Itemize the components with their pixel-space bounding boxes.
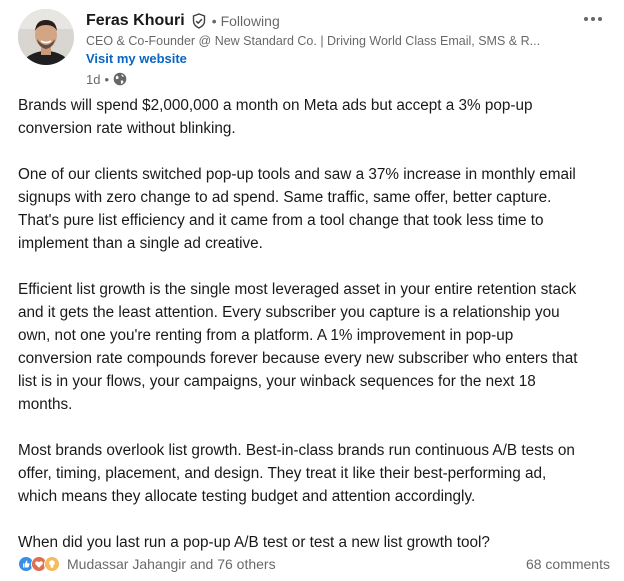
post-paragraph: Most brands overlook list growth. Best-i… [18, 442, 575, 505]
post-paragraph: Brands will spend $2,000,000 a month on … [18, 97, 533, 137]
reactions-text[interactable]: Mudassar Jahangir and 76 others [67, 556, 276, 572]
verified-badge-icon [191, 13, 207, 29]
post-time: 1d [86, 71, 101, 87]
more-options-icon[interactable] [578, 8, 608, 30]
author-line: Feras Khouri • Following [86, 10, 280, 32]
globe-icon [113, 72, 127, 86]
reactions-summary[interactable]: Mudassar Jahangir and 76 others [18, 555, 276, 573]
author-headline: CEO & Co-Founder @ New Standard Co. | Dr… [86, 34, 541, 48]
separator-dot: • [104, 71, 110, 87]
author-name[interactable]: Feras Khouri [86, 12, 185, 30]
reaction-icons [18, 555, 61, 573]
following-status[interactable]: Following [221, 13, 280, 29]
feed-post: Feras Khouri • Following CEO & Co-Founde… [0, 0, 624, 581]
post-paragraph: When did you last run a pop-up A/B test … [18, 534, 490, 551]
post-paragraph: Efficient list growth is the single most… [18, 281, 578, 413]
comments-count[interactable]: 68 comments [526, 556, 610, 572]
insightful-icon [44, 555, 61, 573]
social-counts: Mudassar Jahangir and 76 others 68 comme… [18, 553, 610, 575]
post-body: Brands will spend $2,000,000 a month on … [18, 94, 612, 554]
author-avatar[interactable] [18, 9, 74, 65]
post-meta: 1d • [86, 70, 127, 88]
visit-website-link[interactable]: Visit my website [86, 51, 187, 66]
post-header: Feras Khouri • Following CEO & Co-Founde… [0, 0, 624, 92]
post-paragraph: One of our clients switched pop-up tools… [18, 166, 576, 252]
separator-dot: • [211, 13, 217, 29]
